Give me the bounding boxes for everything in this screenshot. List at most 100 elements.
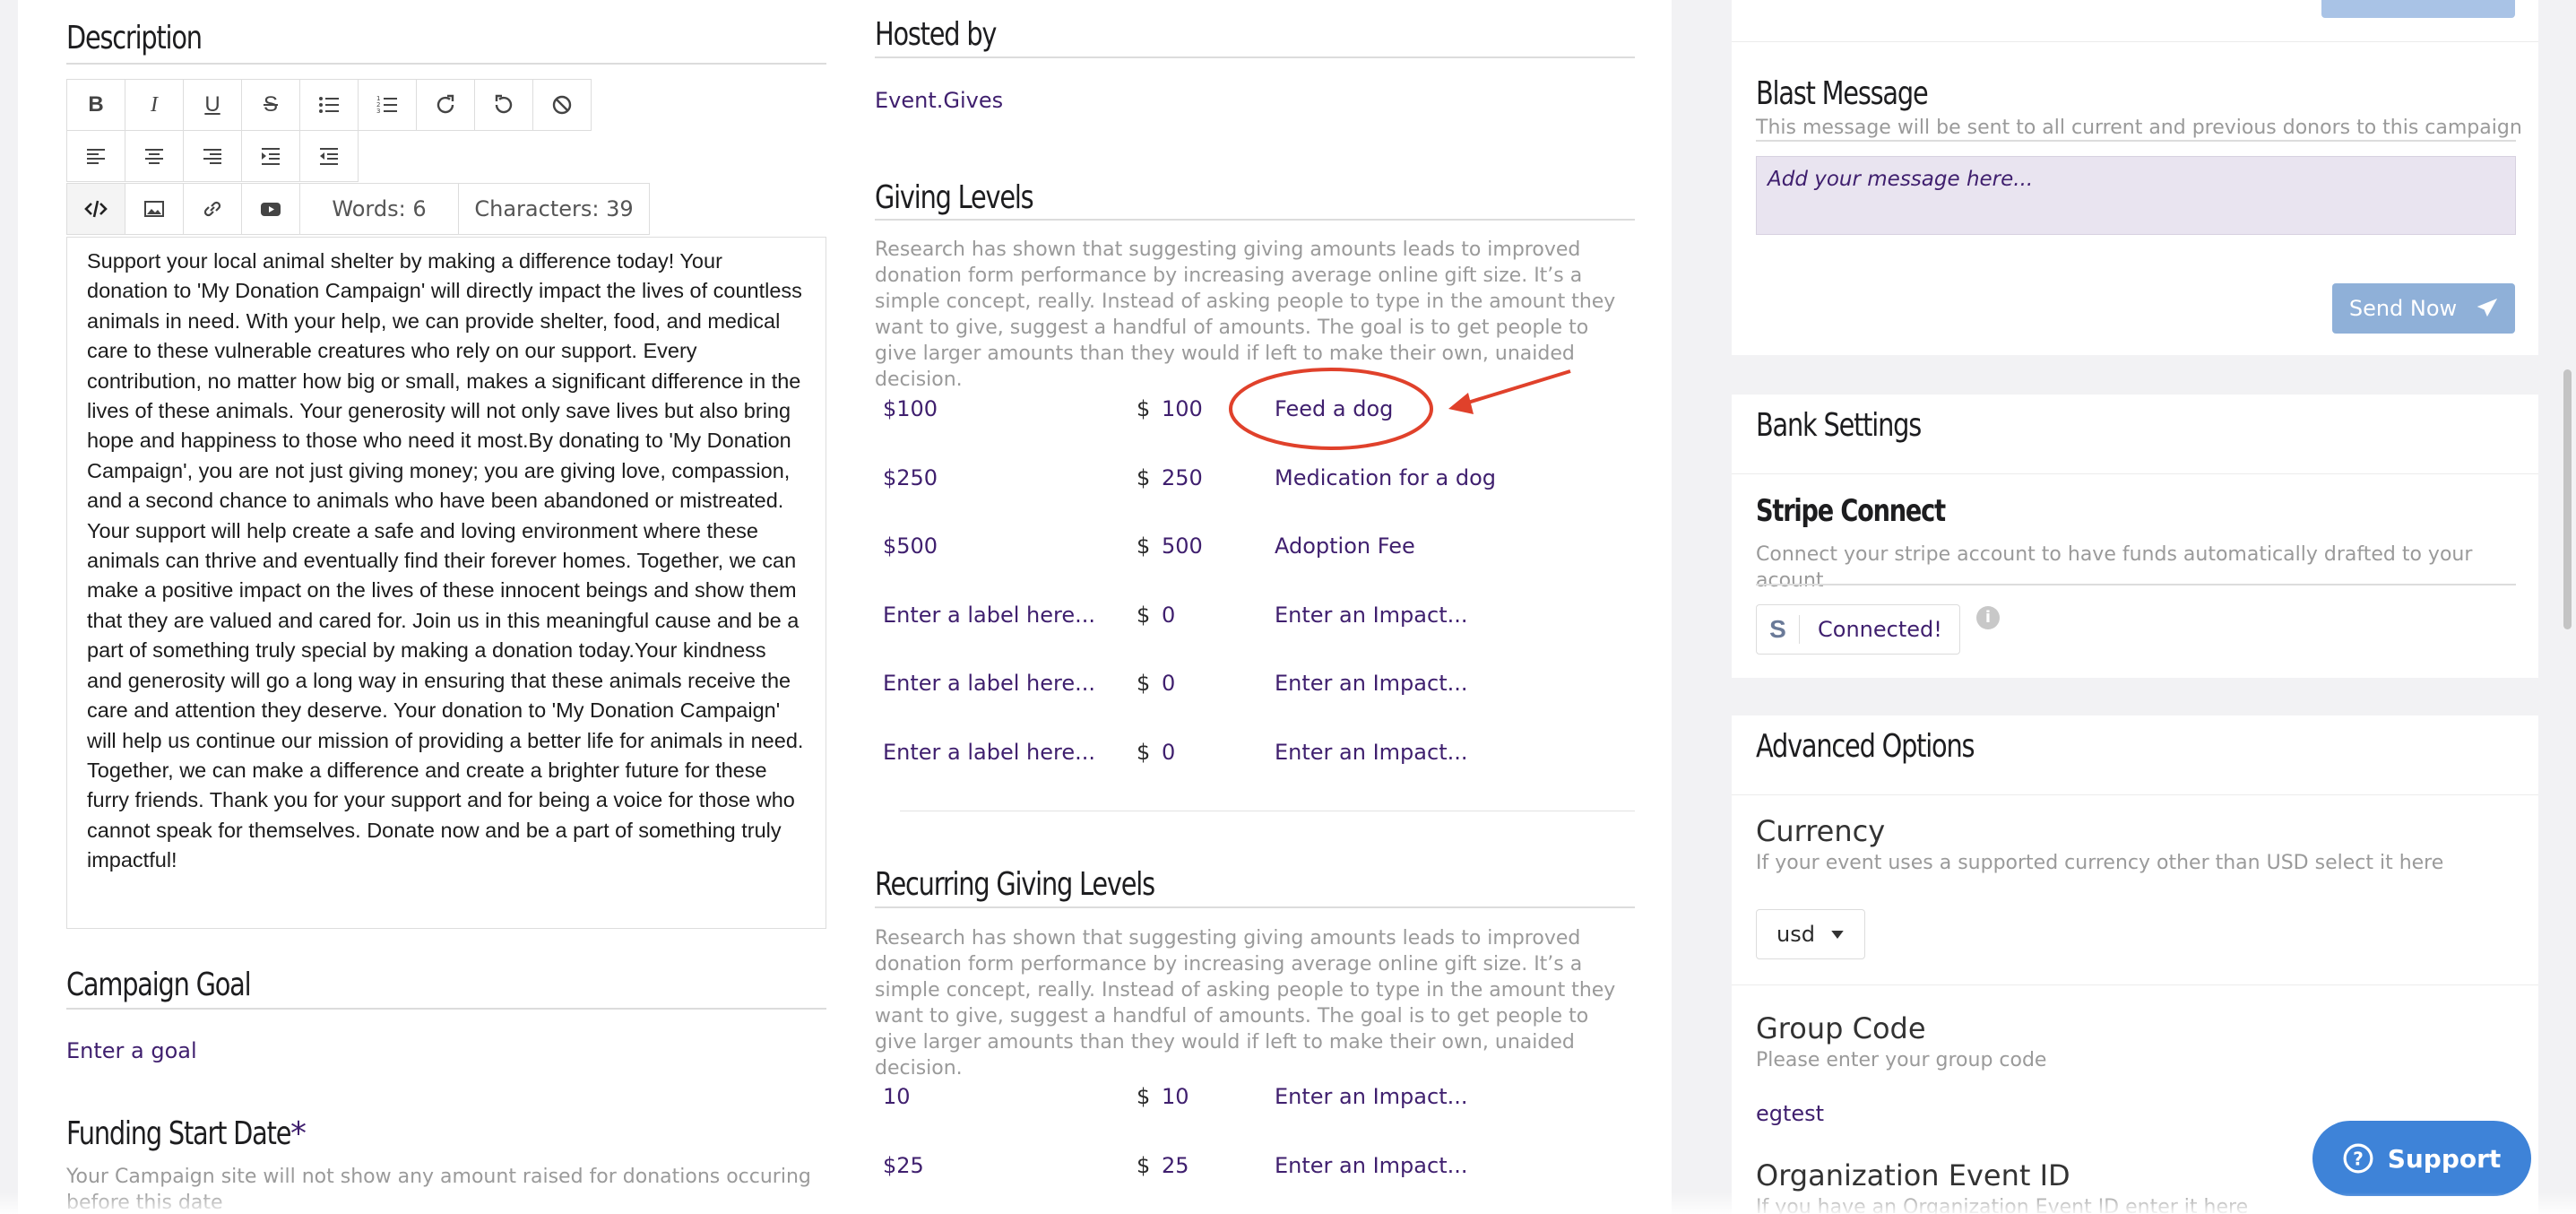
- blast-message-heading: Blast Message: [1756, 75, 1929, 112]
- giving-level-label[interactable]: Enter a label here...: [883, 671, 1095, 696]
- scrollbar-thumb[interactable]: [2563, 369, 2572, 629]
- group-code-heading: Group Code: [1756, 1011, 1926, 1045]
- stripe-status: Connected!: [1818, 617, 1942, 642]
- giving-level-amount[interactable]: 0: [1162, 740, 1175, 765]
- support-label: Support: [2387, 1143, 2502, 1174]
- info-icon[interactable]: i: [1976, 606, 2000, 629]
- outdent-button[interactable]: [299, 130, 359, 182]
- org-event-help: If you have an Organization Event ID ent…: [1756, 1196, 2249, 1214]
- giving-level-amount[interactable]: 100: [1162, 396, 1203, 421]
- insert-video-button[interactable]: [241, 183, 300, 235]
- align-right-icon: [203, 149, 221, 164]
- stripe-connected-button[interactable]: S Connected!: [1756, 604, 1960, 655]
- bold-button[interactable]: B: [66, 79, 125, 131]
- required-asterisk: *: [290, 1115, 307, 1152]
- align-center-button[interactable]: [125, 130, 184, 182]
- recurring-level-label[interactable]: $25: [883, 1153, 924, 1178]
- hosted-by-value[interactable]: Event.Gives: [875, 88, 1003, 113]
- bullet-list-icon: [319, 97, 339, 113]
- currency-select[interactable]: usd: [1756, 909, 1865, 959]
- giving-level-impact[interactable]: Medication for a dog: [1275, 465, 1496, 490]
- annotation-overlay: [1229, 368, 1571, 450]
- divider: [1732, 473, 2538, 474]
- divider: [1732, 984, 2538, 985]
- campaign-goal-input[interactable]: Enter a goal: [66, 1038, 197, 1063]
- giving-level-impact[interactable]: Enter an Impact...: [1275, 603, 1467, 628]
- divider: [875, 906, 1635, 908]
- divider: [1732, 794, 2538, 795]
- code-view-button[interactable]: [66, 183, 125, 235]
- support-button[interactable]: ? Support: [2312, 1121, 2531, 1196]
- bank-settings-card: Bank Settings Stripe Connect Connect you…: [1732, 395, 2538, 678]
- blast-message-card: Blast Message This message will be sent …: [1732, 0, 2538, 355]
- bullet-list-button[interactable]: [299, 79, 359, 131]
- numbered-list-icon: 123: [376, 95, 397, 115]
- send-now-button[interactable]: Send Now: [2332, 283, 2515, 334]
- recurring-level-label[interactable]: 10: [883, 1084, 911, 1109]
- align-left-icon: [87, 149, 105, 164]
- giving-level-currency: $: [1137, 533, 1151, 559]
- giving-level-amount[interactable]: 250: [1162, 465, 1203, 490]
- strikethrough-button[interactable]: S: [241, 79, 300, 131]
- underline-button[interactable]: U: [183, 79, 242, 131]
- recurring-level-amount[interactable]: 25: [1162, 1153, 1189, 1178]
- recurring-level-impact[interactable]: Enter an Impact...: [1275, 1153, 1467, 1178]
- bank-settings-heading: Bank Settings: [1756, 407, 1922, 444]
- numbered-list-button[interactable]: 123: [358, 79, 417, 131]
- svg-text:3: 3: [376, 108, 380, 115]
- redo-icon: [437, 94, 454, 114]
- editor-toolbar-row-3: Words: 6 Characters: 39: [66, 183, 650, 235]
- giving-level-label[interactable]: $250: [883, 465, 938, 490]
- giving-level-label[interactable]: $500: [883, 533, 938, 559]
- align-left-button[interactable]: [66, 130, 125, 182]
- align-right-button[interactable]: [183, 130, 242, 182]
- scrollbar-track[interactable]: [2560, 0, 2576, 1214]
- recurring-level-currency: $: [1137, 1153, 1151, 1178]
- giving-level-label[interactable]: Enter a label here...: [883, 740, 1095, 765]
- blast-message-input[interactable]: Add your message here...: [1756, 156, 2516, 235]
- indent-icon: [262, 148, 280, 165]
- clear-format-icon: [552, 95, 572, 115]
- help-icon: ?: [2343, 1143, 2373, 1174]
- recurring-level-amount[interactable]: 10: [1162, 1084, 1189, 1109]
- insert-link-button[interactable]: [183, 183, 242, 235]
- giving-level-impact[interactable]: Adoption Fee: [1275, 533, 1415, 559]
- giving-level-currency: $: [1137, 396, 1151, 421]
- hosted-by-heading: Hosted by: [875, 16, 997, 53]
- indent-button[interactable]: [241, 130, 300, 182]
- giving-level-currency: $: [1137, 464, 1151, 490]
- annotation-arrow-head: [1448, 393, 1474, 414]
- editor-toolbar-row-1: B I U S 123: [66, 79, 592, 131]
- send-now-label: Send Now: [2348, 296, 2458, 321]
- giving-level-amount[interactable]: 500: [1162, 533, 1203, 559]
- divider: [1756, 584, 2516, 585]
- group-code-input[interactable]: egtest: [1756, 1101, 1824, 1126]
- partial-button[interactable]: [2321, 0, 2515, 18]
- undo-button[interactable]: [474, 79, 533, 131]
- redo-button[interactable]: [416, 79, 475, 131]
- giving-level-label[interactable]: $100: [883, 396, 938, 421]
- divider: [875, 56, 1635, 58]
- giving-level-impact[interactable]: Enter an Impact...: [1275, 671, 1467, 696]
- divider: [1756, 140, 2516, 142]
- undo-icon: [495, 94, 513, 114]
- link-icon: [203, 201, 221, 217]
- giving-level-currency: $: [1137, 671, 1151, 697]
- giving-level-label[interactable]: Enter a label here...: [883, 603, 1095, 628]
- recurring-level-impact[interactable]: Enter an Impact...: [1275, 1084, 1467, 1109]
- italic-button[interactable]: I: [125, 79, 184, 131]
- recurring-level-currency: $: [1137, 1084, 1151, 1109]
- clear-format-button[interactable]: [532, 79, 592, 131]
- right-sidebar: Blast Message This message will be sent …: [1732, 0, 2538, 1214]
- giving-level-amount[interactable]: 0: [1162, 603, 1175, 628]
- giving-level-impact[interactable]: Enter an Impact...: [1275, 740, 1467, 765]
- description-editor[interactable]: Support your local animal shelter by mak…: [66, 237, 826, 929]
- character-count: Characters: 39: [458, 183, 650, 235]
- giving-level-amount[interactable]: 0: [1162, 671, 1175, 696]
- annotation-circle: [1229, 368, 1433, 450]
- video-icon: [261, 203, 281, 216]
- word-count: Words: 6: [299, 183, 459, 235]
- divider: [66, 1008, 826, 1010]
- insert-image-button[interactable]: [125, 183, 184, 235]
- funding-start-help: Your Campaign site will not show any amo…: [66, 1166, 811, 1214]
